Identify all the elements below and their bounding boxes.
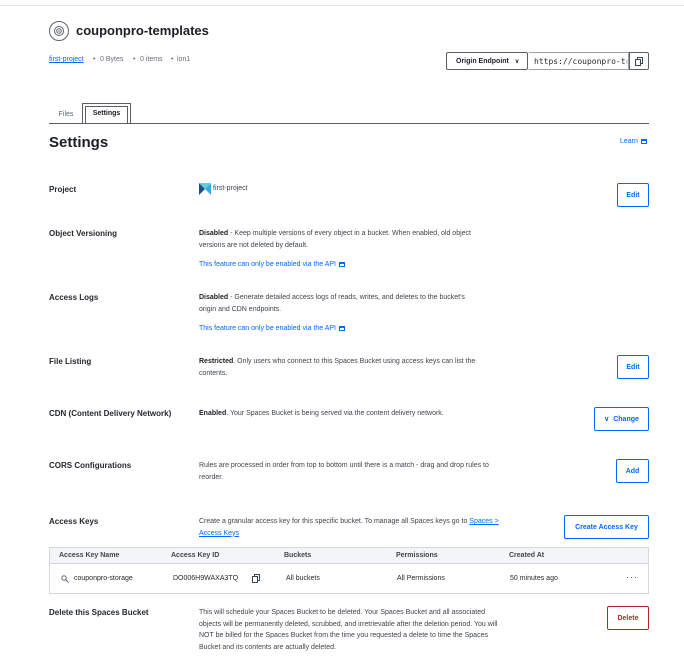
bucket-region: lon1 <box>177 56 191 63</box>
delete-label: Delete this Spaces Bucket <box>49 608 149 617</box>
col-header-id: Access Key ID <box>171 552 220 559</box>
top-border <box>0 0 684 6</box>
file-listing-status: Restricted <box>199 358 234 365</box>
key-name: couponpro-storage <box>74 575 133 582</box>
col-header-permissions: Permissions <box>396 552 438 559</box>
tab-settings[interactable]: Settings <box>82 103 131 123</box>
project-link[interactable]: first-project <box>49 56 84 63</box>
cors-desc: Rules are processed in order from top to… <box>199 462 489 481</box>
access-logs-api-link[interactable]: This feature can only be enabled via the… <box>199 325 345 332</box>
cdn-status: Enabled <box>199 410 227 417</box>
key-id: DO006H9WAXA3TQ <box>173 575 239 582</box>
key-icon <box>61 575 69 583</box>
versioning-desc: Disabled - Keep multiple versions of eve… <box>199 228 489 251</box>
tab-files[interactable]: Files <box>49 104 83 124</box>
access-keys-desc-text: Create a granular access key for this sp… <box>199 518 470 525</box>
copy-endpoint-button[interactable] <box>629 52 649 70</box>
project-icon <box>199 183 211 195</box>
endpoint-select[interactable]: Origin Endpoint ∨ <box>446 52 528 70</box>
meta-sep: • <box>171 56 174 63</box>
cors-label: CORS Configurations <box>49 461 132 470</box>
access-logs-status: Disabled <box>199 294 229 301</box>
cdn-label: CDN (Content Delivery Network) <box>49 409 172 418</box>
meta-sep: • <box>133 56 136 63</box>
access-keys-table: Access Key Name Access Key ID Buckets Pe… <box>49 547 649 594</box>
file-listing-label: File Listing <box>49 357 92 366</box>
table-header: Access Key Name Access Key ID Buckets Pe… <box>50 548 648 564</box>
tab-settings-label: Settings <box>92 110 121 117</box>
delete-bucket-button[interactable]: Delete <box>607 606 649 630</box>
bucket-title: couponpro-templates <box>76 23 209 38</box>
access-logs-api-label: This feature can only be enabled via the… <box>199 325 336 332</box>
meta-sep: • <box>93 56 96 63</box>
book-icon <box>338 326 345 331</box>
file-listing-desc-text: . Only users who connect to this Spaces … <box>199 358 476 377</box>
access-logs-desc: Disabled - Generate detailed access logs… <box>199 292 474 315</box>
bucket-icon <box>49 21 69 41</box>
access-logs-desc-text: - Generate detailed access logs of reads… <box>199 294 465 313</box>
col-header-created: Created At <box>509 552 545 559</box>
change-cdn-button[interactable]: ∨ Change <box>594 407 649 431</box>
page-title: Settings <box>49 134 109 151</box>
access-keys-label: Access Keys <box>49 517 99 526</box>
key-created: 50 minutes ago <box>510 575 558 582</box>
book-icon <box>640 139 647 144</box>
delete-desc: This will schedule your Spaces Bucket to… <box>199 609 498 651</box>
learn-link[interactable]: Learn <box>620 138 647 145</box>
col-header-name: Access Key Name <box>59 552 120 559</box>
project-label: Project <box>49 185 77 194</box>
versioning-label: Object Versioning <box>49 229 118 238</box>
endpoint-select-label: Origin Endpoint <box>456 57 509 65</box>
versioning-desc-text: - Keep multiple versions of every object… <box>199 230 471 249</box>
add-cors-button[interactable]: Add <box>616 459 649 483</box>
key-buckets: All buckets <box>286 575 320 582</box>
access-logs-label: Access Logs <box>49 293 99 302</box>
chevron-down-icon: ∨ <box>514 58 520 65</box>
endpoint-url: https://couponpro-t <box>534 56 626 66</box>
access-keys-desc: Create a granular access key for this sp… <box>199 516 499 539</box>
create-access-key-button[interactable]: Create Access Key <box>564 515 649 539</box>
col-header-buckets: Buckets <box>284 552 312 559</box>
tabs-divider <box>49 123 649 124</box>
edit-file-listing-button[interactable]: Edit <box>617 355 649 379</box>
project-name: first-project <box>213 185 248 192</box>
cdn-desc: Enabled. Your Spaces Bucket is being ser… <box>199 408 454 420</box>
bucket-items: 0 items <box>140 56 163 63</box>
edit-project-button[interactable]: Edit <box>617 183 649 207</box>
versioning-status: Disabled <box>199 230 229 237</box>
key-permissions: All Permissions <box>397 575 445 582</box>
chevron-down-icon: ∨ <box>604 416 610 423</box>
copy-icon[interactable] <box>252 574 260 583</box>
book-icon <box>338 262 345 267</box>
versioning-api-label: This feature can only be enabled via the… <box>199 261 336 268</box>
endpoint-url-field[interactable]: https://couponpro-te <box>529 52 629 70</box>
change-cdn-label: Change <box>613 415 639 423</box>
bucket-size: 0 Bytes <box>100 56 124 63</box>
copy-icon <box>635 56 643 66</box>
file-listing-desc: Restricted. Only users who connect to th… <box>199 356 499 379</box>
cdn-desc-text: . Your Spaces Bucket is being served via… <box>226 410 444 417</box>
learn-label: Learn <box>620 138 638 145</box>
versioning-api-link[interactable]: This feature can only be enabled via the… <box>199 261 345 268</box>
more-actions-icon[interactable]: ··· <box>626 572 638 582</box>
